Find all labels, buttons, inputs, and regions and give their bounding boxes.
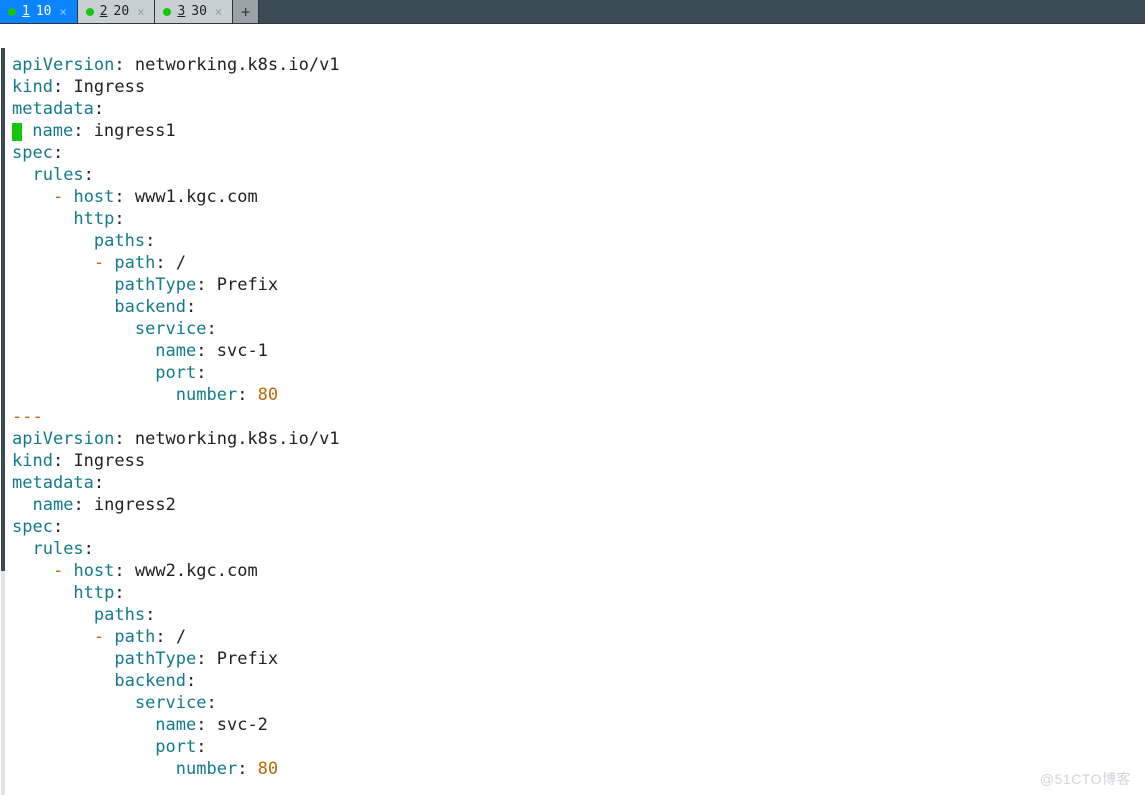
tab-2[interactable]: 2 20 × — [78, 0, 156, 23]
code-content[interactable]: apiVersion: networking.k8s.io/v1 kind: I… — [0, 24, 1145, 788]
tab-label: 20 — [114, 4, 130, 19]
tab-number: 1 — [22, 4, 30, 19]
tab-3[interactable]: 3 30 × — [155, 0, 233, 23]
tab-number: 3 — [177, 4, 185, 19]
modified-dot-icon — [163, 8, 171, 16]
tab-1[interactable]: 1 10 × — [0, 0, 78, 23]
modified-dot-icon — [8, 8, 16, 16]
tab-bar: 1 10 × 2 20 × 3 30 × + — [0, 0, 1145, 24]
close-icon[interactable]: × — [59, 5, 66, 19]
new-tab-button[interactable]: + — [233, 0, 259, 23]
close-icon[interactable]: × — [137, 5, 144, 19]
tab-label: 10 — [36, 4, 52, 19]
editor-area[interactable]: apiVersion: networking.k8s.io/v1 kind: I… — [0, 24, 1145, 795]
scrollbar[interactable] — [1, 48, 5, 795]
modified-dot-icon — [86, 8, 94, 16]
close-icon[interactable]: × — [215, 5, 222, 19]
scrollbar-thumb[interactable] — [1, 48, 5, 571]
tab-label: 30 — [191, 4, 207, 19]
cursor — [12, 123, 22, 141]
tab-number: 2 — [100, 4, 108, 19]
